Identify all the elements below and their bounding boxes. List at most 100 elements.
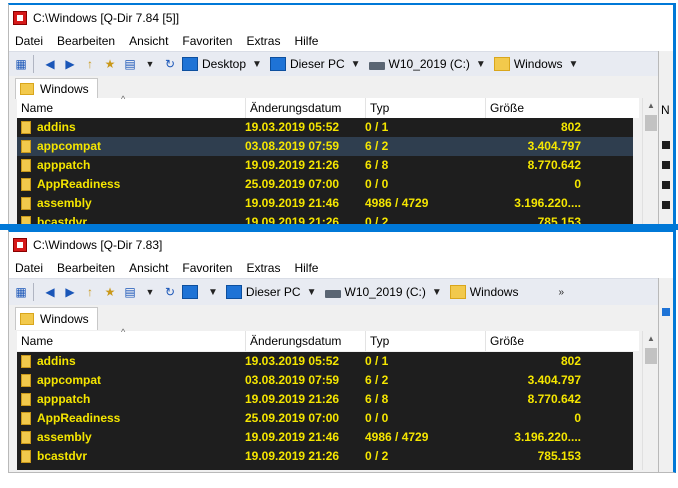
breadcrumb-drive[interactable]: W10_2019 (C:) ▼ xyxy=(368,54,490,74)
folder-icon xyxy=(21,140,31,153)
file-size: 8.770.642 xyxy=(527,158,581,172)
back-icon[interactable]: ◀ xyxy=(42,56,58,72)
breadcrumb-this-pc[interactable]: Dieser PC ▼ xyxy=(269,54,365,74)
right-pane-column-label: N xyxy=(661,103,670,117)
file-type: 6 / 2 xyxy=(365,373,389,387)
file-type: 4986 / 4729 xyxy=(365,196,429,210)
column-date[interactable]: Änderungsdatum xyxy=(245,98,365,118)
breadcrumb-this-pc[interactable]: Dieser PC ▼ xyxy=(225,282,321,302)
menu-hilfe[interactable]: Hilfe xyxy=(288,261,326,275)
menu-extras[interactable]: Extras xyxy=(240,34,288,48)
refresh-icon[interactable]: ↻ xyxy=(162,56,178,72)
folder-icon xyxy=(493,57,510,71)
scroll-thumb[interactable] xyxy=(645,115,657,131)
breadcrumb-drive[interactable]: W10_2019 (C:) ▼ xyxy=(324,282,446,302)
table-row[interactable]: addins 19.03.2019 05:52 0 / 1 802 xyxy=(17,352,633,371)
file-size: 0 xyxy=(574,411,581,425)
file-type: 0 / 0 xyxy=(365,177,389,191)
refresh-icon[interactable]: ↻ xyxy=(162,284,178,300)
column-name[interactable]: Name xyxy=(17,98,245,118)
menu-ansicht[interactable]: Ansicht xyxy=(123,34,176,48)
chevron-down-icon[interactable]: ▼ xyxy=(351,59,361,70)
file-name: assembly xyxy=(37,196,92,210)
up-icon[interactable]: ↑ xyxy=(82,56,98,72)
overflow-chevron-icon[interactable]: » xyxy=(558,287,564,298)
back-icon[interactable]: ◀ xyxy=(42,284,58,300)
column-type[interactable]: Typ xyxy=(365,331,485,351)
menu-bearbeiten[interactable]: Bearbeiten xyxy=(51,261,123,275)
menu-extras[interactable]: Extras xyxy=(240,261,288,275)
toolbar-separator xyxy=(33,55,34,73)
chevron-down-icon[interactable]: ▼ xyxy=(252,59,262,70)
layout-icon[interactable]: ▦ xyxy=(13,56,29,72)
menu-bar: Datei Bearbeiten Ansicht Favoriten Extra… xyxy=(9,258,673,278)
file-type: 0 / 0 xyxy=(365,411,389,425)
menu-datei[interactable]: Datei xyxy=(9,261,51,275)
tab-windows[interactable]: Windows xyxy=(15,78,98,99)
breadcrumb-desktop[interactable]: ▼ xyxy=(182,282,222,302)
right-pane[interactable] xyxy=(658,278,673,472)
up-icon[interactable]: ↑ xyxy=(82,284,98,300)
menu-favoriten[interactable]: Favoriten xyxy=(176,261,240,275)
tab-row: Windows xyxy=(9,76,673,99)
table-row[interactable]: addins 19.03.2019 05:52 0 / 1 802 xyxy=(17,118,633,137)
layout-icon[interactable]: ▦ xyxy=(13,284,29,300)
folder-icon xyxy=(20,313,34,325)
column-size[interactable]: Größe xyxy=(485,331,583,351)
favorites-icon[interactable]: ★ xyxy=(102,284,118,300)
toolbar: ▦ ◀ ▶ ↑ ★ ▤ ▼ ↻ ▼ Dieser PC ▼ W10_2019 (… xyxy=(9,278,673,306)
scroll-up-icon[interactable]: ▲ xyxy=(643,331,659,347)
tab-label: Windows xyxy=(40,312,89,326)
table-row[interactable]: appcompat 03.08.2019 07:59 6 / 2 3.404.797 xyxy=(17,137,633,156)
menu-datei[interactable]: Datei xyxy=(9,34,51,48)
drive-icon xyxy=(324,290,341,298)
file-date: 03.08.2019 07:59 xyxy=(245,373,340,387)
column-date[interactable]: Änderungsdatum xyxy=(245,331,365,351)
forward-icon[interactable]: ▶ xyxy=(62,56,78,72)
breadcrumb-windows[interactable]: Windows ▼ xyxy=(493,54,583,74)
scroll-up-icon[interactable]: ▲ xyxy=(643,98,659,114)
forward-icon[interactable]: ▶ xyxy=(62,284,78,300)
table-row[interactable]: assembly 19.09.2019 21:46 4986 / 4729 3.196… xyxy=(17,428,633,447)
column-name[interactable]: Name xyxy=(17,331,245,351)
table-row[interactable]: AppReadiness 25.09.2019 07:00 0 / 0 0 xyxy=(17,175,633,194)
table-row[interactable]: apppatch 19.09.2019 21:26 6 / 8 8.770.642 xyxy=(17,390,633,409)
vertical-scrollbar[interactable]: ▲ xyxy=(642,331,659,470)
menu-favoriten[interactable]: Favoriten xyxy=(176,34,240,48)
chevron-down-icon[interactable]: ▼ xyxy=(307,287,317,298)
scroll-thumb[interactable] xyxy=(645,348,657,364)
tab-windows[interactable]: Windows xyxy=(15,307,98,330)
table-row[interactable]: apppatch 19.09.2019 21:26 6 / 8 8.770.642 xyxy=(17,156,633,175)
breadcrumb-desktop[interactable]: Desktop ▼ xyxy=(182,54,266,74)
view-dropdown-icon[interactable]: ▼ xyxy=(142,56,158,72)
chevron-down-icon[interactable]: ▼ xyxy=(476,59,486,70)
view-icon[interactable]: ▤ xyxy=(122,56,138,72)
menu-hilfe[interactable]: Hilfe xyxy=(288,34,326,48)
title-bar[interactable]: C:\Windows [Q-Dir 7.84 [5]] xyxy=(9,5,673,31)
chevron-down-icon[interactable]: ▼ xyxy=(208,287,218,298)
breadcrumb-windows[interactable]: Windows » xyxy=(449,282,568,302)
column-type[interactable]: Typ xyxy=(365,98,485,118)
title-bar[interactable]: C:\Windows [Q-Dir 7.83] xyxy=(9,232,673,258)
vertical-scrollbar[interactable]: ▲ xyxy=(642,98,659,225)
file-date: 19.09.2019 21:26 xyxy=(245,449,340,463)
chevron-down-icon[interactable]: ▼ xyxy=(569,59,579,70)
right-pane[interactable]: N xyxy=(658,51,673,225)
window-title: C:\Windows [Q-Dir 7.83] xyxy=(33,238,163,252)
file-list[interactable]: addins 19.03.2019 05:52 0 / 1 802 appcompat… xyxy=(17,118,633,225)
view-dropdown-icon[interactable]: ▼ xyxy=(142,284,158,300)
table-row[interactable]: appcompat 03.08.2019 07:59 6 / 2 3.404.797 xyxy=(17,371,633,390)
breadcrumb-label: Desktop xyxy=(202,57,247,71)
table-row[interactable]: AppReadiness 25.09.2019 07:00 0 / 0 0 xyxy=(17,409,633,428)
table-row[interactable]: bcastdvr 19.09.2019 21:26 0 / 2 785.153 xyxy=(17,447,633,466)
column-size[interactable]: Größe xyxy=(485,98,583,118)
menu-bearbeiten[interactable]: Bearbeiten xyxy=(51,34,123,48)
chevron-down-icon[interactable]: ▼ xyxy=(432,287,442,298)
menu-ansicht[interactable]: Ansicht xyxy=(123,261,176,275)
file-date: 19.09.2019 21:46 xyxy=(245,196,340,210)
file-list[interactable]: addins 19.03.2019 05:52 0 / 1 802 appcompat… xyxy=(17,352,633,470)
desktop-icon xyxy=(182,285,198,299)
view-icon[interactable]: ▤ xyxy=(122,284,138,300)
favorites-icon[interactable]: ★ xyxy=(102,56,118,72)
table-row[interactable]: assembly 19.09.2019 21:46 4986 / 4729 3.196… xyxy=(17,194,633,213)
